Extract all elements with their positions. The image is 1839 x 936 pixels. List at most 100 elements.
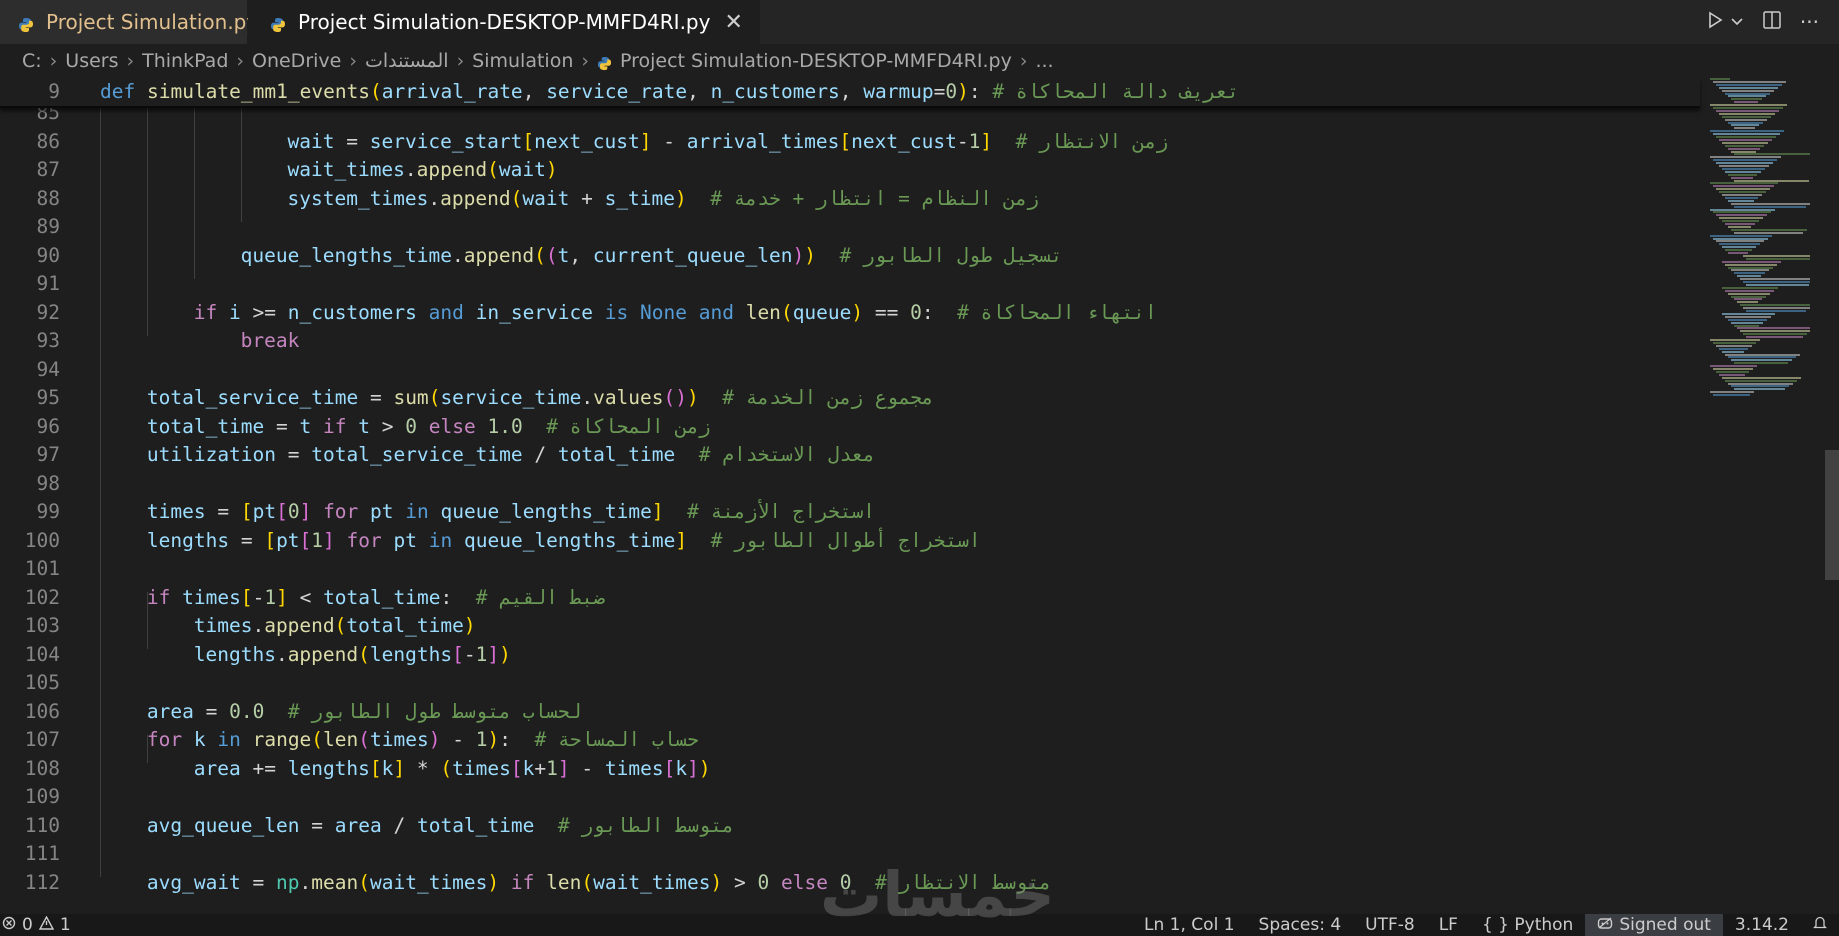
code-text: def simulate_mm1_events(arrival_rate, se… (100, 80, 1239, 103)
code-line[interactable]: 109 (0, 783, 1700, 812)
code-line[interactable]: 94 (0, 356, 1700, 385)
minimap-line (1734, 179, 1809, 182)
split-editor-icon[interactable] (1762, 10, 1782, 35)
indentation[interactable]: Spaces: 4 (1247, 915, 1354, 935)
code-line[interactable]: 105 (0, 669, 1700, 698)
problems-indicator[interactable]: 0 1 (0, 915, 71, 935)
account-status[interactable]: Signed out (1585, 914, 1723, 936)
minimap-line (1713, 341, 1756, 344)
code-line[interactable]: 107 for k in range(len(times) - 1): # حسا… (0, 726, 1700, 755)
code-line[interactable]: 104 lengths.append(lengths[-1]) (0, 641, 1700, 670)
close-icon[interactable]: ✕ (724, 10, 742, 35)
minimap[interactable] (1710, 78, 1820, 398)
code-editor[interactable]: 9 def simulate_mm1_events(arrival_rate, … (0, 78, 1839, 914)
tab-bar: Project Simulation.py 1 Project Simulati… (0, 0, 1839, 44)
breadcrumb-item[interactable]: C: (22, 50, 42, 72)
minimap-line (1716, 136, 1776, 138)
code-line[interactable]: 98 (0, 470, 1700, 499)
code-line[interactable]: 102 if times[-1] < total_time: # ضبط القي… (0, 584, 1700, 613)
code-line[interactable]: 97 utilization = total_service_time / tot… (0, 441, 1700, 470)
breadcrumb-item[interactable]: Project Simulation-DESKTOP-MMFD4RI.py (620, 50, 1012, 72)
code-line[interactable]: 95 total_service_time = sum(service_time.… (0, 384, 1700, 413)
minimap-line (1716, 344, 1752, 347)
minimap-line (1713, 133, 1780, 136)
minimap-line (1725, 223, 1755, 225)
line-number: 92 (36, 300, 60, 324)
code-line[interactable]: 106 area = 0.0 # لحساب متوسط طول الطابور (0, 698, 1700, 727)
code-line[interactable]: 101 (0, 555, 1700, 584)
minimap-line (1725, 144, 1764, 147)
line-number: 9 (48, 80, 60, 103)
run-icon[interactable] (1706, 10, 1724, 34)
minimap-line (1731, 228, 1807, 231)
code-line[interactable]: 93 break (0, 327, 1700, 356)
minimap-line (1731, 295, 1766, 298)
minimap-line (1728, 318, 1767, 321)
minimap-line (1713, 394, 1750, 397)
code-line[interactable]: 99 times = [pt[0] for pt in queue_lengths… (0, 498, 1700, 527)
bell-icon[interactable] (1801, 915, 1839, 935)
minimap-line (1710, 234, 1772, 237)
code-line[interactable]: 103 times.append(total_time) (0, 612, 1700, 641)
minimap-line (1710, 365, 1757, 368)
language-mode[interactable]: { } Python (1470, 915, 1585, 935)
minimap-line (1734, 231, 1803, 234)
minimap-line (1719, 217, 1763, 220)
python-version[interactable]: 3.14.2 (1723, 915, 1801, 935)
code-line[interactable]: 88 system_times.append(wait + s_time) # ز… (0, 185, 1700, 214)
breadcrumb-item[interactable]: ThinkPad (142, 50, 228, 72)
minimap-line (1737, 275, 1761, 278)
minimap-line (1728, 356, 1796, 359)
indent-guide (146, 734, 148, 763)
minimap-line (1731, 321, 1763, 324)
minimap-line (1731, 150, 1756, 153)
minimap-line (1734, 101, 1758, 104)
line-number: 96 (36, 414, 60, 438)
more-actions-icon[interactable]: ··· (1800, 10, 1819, 34)
sticky-scroll-header[interactable]: 9 def simulate_mm1_events(arrival_rate, … (0, 78, 1700, 108)
minimap-line (1722, 194, 1762, 196)
minimap-line (1725, 118, 1767, 121)
code-line[interactable]: 86 wait = service_start[next_cust] - arri… (0, 128, 1700, 157)
code-text: wait = service_start[next_cust] - arriva… (287, 129, 1169, 153)
minimap-line (1731, 98, 1762, 101)
breadcrumb-item[interactable]: OneDrive (252, 50, 341, 72)
tab-label: Project Simulation-DESKTOP-MMFD4RI.py (298, 10, 711, 34)
breadcrumb-item[interactable]: ... (1035, 50, 1053, 72)
code-line[interactable]: 96 total_time = t if t > 0 else 1.0 # زمن… (0, 413, 1700, 442)
code-line[interactable]: 90 queue_lengths_time.append((t, current_… (0, 242, 1700, 271)
breadcrumb-item[interactable]: المستندات (365, 50, 449, 72)
chevron-right-icon: › (1019, 50, 1028, 72)
minimap-line (1719, 138, 1772, 141)
scrollbar-thumb[interactable] (1825, 450, 1839, 580)
code-text: lengths = [pt[1] for pt in queue_lengths… (146, 528, 981, 552)
line-number: 91 (36, 272, 60, 295)
encoding[interactable]: UTF-8 (1353, 915, 1427, 935)
minimap-line (1731, 269, 1769, 272)
breadcrumb-item[interactable]: Users (65, 50, 118, 72)
line-number: 100 (24, 528, 60, 552)
tab-project-simulation-desktop[interactable]: Project Simulation-DESKTOP-MMFD4RI.py ✕ (248, 0, 760, 44)
minimap-line (1725, 289, 1774, 292)
minimap-line (1716, 83, 1782, 86)
breadcrumb-item[interactable]: Simulation (472, 50, 573, 72)
minimap-line (1710, 339, 1760, 341)
code-line[interactable]: 91 (0, 270, 1700, 299)
minimap-line (1722, 350, 1744, 353)
cursor-position[interactable]: Ln 1, Col 1 (1132, 915, 1247, 935)
minimap-line (1713, 107, 1783, 109)
code-text: queue_lengths_time.append((t, current_qu… (240, 243, 1063, 267)
code-line[interactable]: 110 avg_queue_len = area / total_time # م… (0, 812, 1700, 841)
chevron-down-icon[interactable] (1730, 10, 1744, 34)
end-of-line[interactable]: LF (1427, 915, 1470, 935)
code-line[interactable]: 108 area += lengths[k] * (times[k+1] - ti… (0, 755, 1700, 784)
code-line[interactable]: 100 lengths = [pt[1] for pt in queue_leng… (0, 527, 1700, 556)
code-line[interactable]: 92 if i >= n_customers and in_service is … (0, 299, 1700, 328)
minimap-line (1722, 89, 1774, 92)
minimap-line (1737, 301, 1758, 304)
tab-project-simulation[interactable]: Project Simulation.py 1 (0, 0, 277, 44)
code-line[interactable]: 89 (0, 213, 1700, 242)
minimap-line (1746, 310, 1806, 312)
minimap-line (1713, 211, 1771, 214)
code-line[interactable]: 87 wait_times.append(wait) (0, 156, 1700, 185)
